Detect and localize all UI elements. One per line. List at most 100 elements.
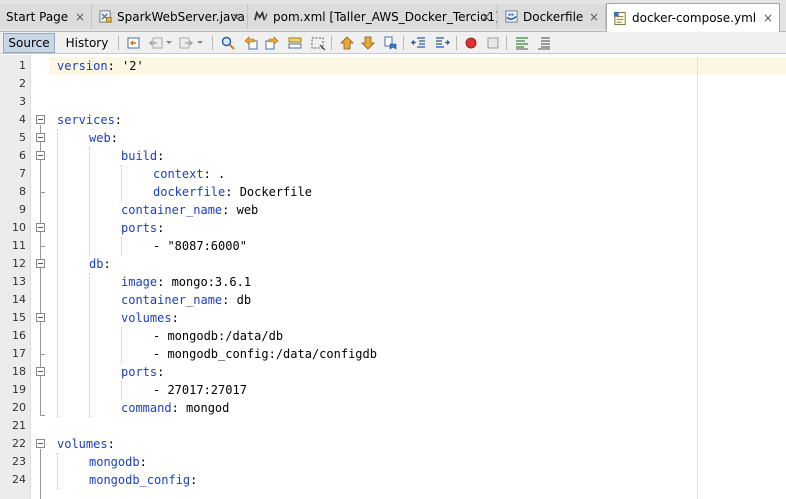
- fold-toggle[interactable]: [36, 151, 45, 160]
- fold-toggle[interactable]: [36, 439, 45, 448]
- shift-line-right-icon[interactable]: [434, 35, 450, 51]
- code-line[interactable]: mongodb_config:: [89, 471, 197, 489]
- code-line[interactable]: build:: [121, 147, 164, 165]
- tab-label: SparkWebServer.java: [117, 9, 245, 24]
- docker-file-icon: [504, 9, 519, 24]
- fold-toggle[interactable]: [36, 115, 45, 124]
- fold-toggle[interactable]: [36, 367, 45, 376]
- code-line[interactable]: volumes:: [57, 435, 115, 453]
- code-line[interactable]: ports:: [121, 219, 164, 237]
- fold-guide-end: [40, 246, 45, 247]
- code-line[interactable]: - "8087:6000": [153, 237, 247, 255]
- start-macro-recording-icon[interactable]: [463, 35, 479, 51]
- find-previous-icon[interactable]: [243, 35, 259, 51]
- code-line[interactable]: dockerfile: Dockerfile: [153, 183, 312, 201]
- indent-guide: [89, 273, 90, 417]
- shift-line-left-icon[interactable]: [411, 35, 427, 51]
- code-line[interactable]: services:: [57, 111, 122, 129]
- fold-guide-line: [40, 449, 41, 499]
- toolbar-separator: [118, 36, 119, 50]
- chevron-down-icon[interactable]: [166, 41, 172, 44]
- fold-guide-end: [40, 192, 45, 193]
- code-line[interactable]: context: .: [153, 165, 225, 183]
- code-line[interactable]: container_name: web: [121, 201, 258, 219]
- code-line[interactable]: db:: [89, 255, 111, 273]
- line-number: 17: [12, 347, 26, 360]
- line-number: 9: [19, 203, 26, 216]
- close-icon[interactable]: ×: [481, 11, 491, 23]
- tab-pom-xml[interactable]: pom.xml [Taller_AWS_Docker_Tercio1] ×: [248, 4, 498, 29]
- toggle-highlight-search-icon[interactable]: [287, 35, 303, 51]
- toggle-rectangular-selection-icon[interactable]: [310, 35, 326, 51]
- line-number: 7: [19, 167, 26, 180]
- toolbar-separator: [506, 36, 507, 50]
- line-number: 23: [12, 455, 26, 468]
- uncomment-icon[interactable]: [536, 35, 552, 51]
- indent-guide: [89, 147, 90, 255]
- code-line[interactable]: image: mongo:3.6.1: [121, 273, 251, 291]
- previous-bookmark-icon[interactable]: [339, 35, 355, 51]
- line-number: 13: [12, 275, 26, 288]
- last-edit-icon[interactable]: [126, 35, 142, 51]
- toolbar-separator: [212, 36, 213, 50]
- next-bookmark-icon[interactable]: [360, 35, 376, 51]
- right-margin-line: [697, 55, 698, 499]
- line-number: 5: [19, 131, 26, 144]
- code-line[interactable]: container_name: db: [121, 291, 251, 309]
- code-line[interactable]: mongodb:: [89, 453, 147, 471]
- current-line-highlight: [698, 57, 786, 75]
- comment-icon[interactable]: [514, 35, 530, 51]
- back-icon[interactable]: [148, 35, 164, 51]
- fold-toggle[interactable]: [36, 259, 45, 268]
- chevron-down-icon[interactable]: [197, 41, 203, 44]
- tab-dockerfile[interactable]: Dockerfile ×: [498, 4, 606, 29]
- source-view-button[interactable]: Source: [3, 33, 55, 53]
- tab-label: docker-compose.yml: [632, 11, 757, 25]
- tab-label: Dockerfile: [523, 9, 584, 24]
- toolbar-separator: [331, 36, 332, 50]
- line-number: 14: [12, 293, 26, 306]
- code-line[interactable]: ports:: [121, 363, 164, 381]
- line-number: 21: [12, 419, 26, 432]
- close-icon[interactable]: ×: [763, 12, 773, 24]
- tab-sparkwebserver-java[interactable]: SparkWebServer.java ×: [92, 4, 248, 29]
- indent-guide: [121, 381, 122, 399]
- line-number: 10: [12, 221, 26, 234]
- maven-pom-icon: [254, 9, 269, 24]
- fold-guide-end: [40, 354, 45, 355]
- toggle-bookmark-icon[interactable]: [382, 35, 398, 51]
- tab-start-page[interactable]: Start Page ×: [0, 4, 92, 29]
- fold-toggle[interactable]: [36, 133, 45, 142]
- line-number: 16: [12, 329, 26, 342]
- indent-guide: [121, 165, 122, 201]
- forward-icon[interactable]: [178, 35, 194, 51]
- fold-toggle[interactable]: [36, 313, 45, 322]
- close-icon[interactable]: ×: [231, 11, 241, 23]
- code-line[interactable]: - 27017:27017: [153, 381, 247, 399]
- line-number: 15: [12, 311, 26, 324]
- code-line[interactable]: - mongodb:/data/db: [153, 327, 283, 345]
- find-next-icon[interactable]: [264, 35, 280, 51]
- fold-toggle[interactable]: [36, 223, 45, 232]
- fold-guide-end: [40, 415, 45, 416]
- line-number: 1: [19, 59, 26, 72]
- code-line[interactable]: volumes:: [121, 309, 179, 327]
- yaml-file-icon: [613, 11, 628, 26]
- close-icon[interactable]: ×: [75, 11, 85, 23]
- search-icon[interactable]: [220, 35, 236, 51]
- code-line[interactable]: version: '2': [57, 57, 144, 75]
- line-number: 2: [19, 77, 26, 90]
- tab-docker-compose-yml[interactable]: docker-compose.yml ×: [606, 3, 780, 32]
- editor-toolbar: Source History: [0, 32, 786, 54]
- history-view-button[interactable]: History: [62, 33, 112, 53]
- line-number: 24: [12, 473, 26, 486]
- line-number: 18: [12, 365, 26, 378]
- close-icon[interactable]: ×: [589, 11, 599, 23]
- code-editor[interactable]: 1 2 3 4 5 6 7 8 9 10 11 12 13 14 15 16 1…: [0, 55, 786, 499]
- code-line[interactable]: - mongodb_config:/data/configdb: [153, 345, 377, 363]
- stop-macro-recording-icon[interactable]: [485, 35, 501, 51]
- code-line[interactable]: web:: [89, 129, 118, 147]
- code-line[interactable]: command: mongod: [121, 399, 229, 417]
- line-number: 22: [12, 437, 26, 450]
- editor-tab-bar: Start Page × SparkWebServer.java × pom.x…: [0, 0, 786, 32]
